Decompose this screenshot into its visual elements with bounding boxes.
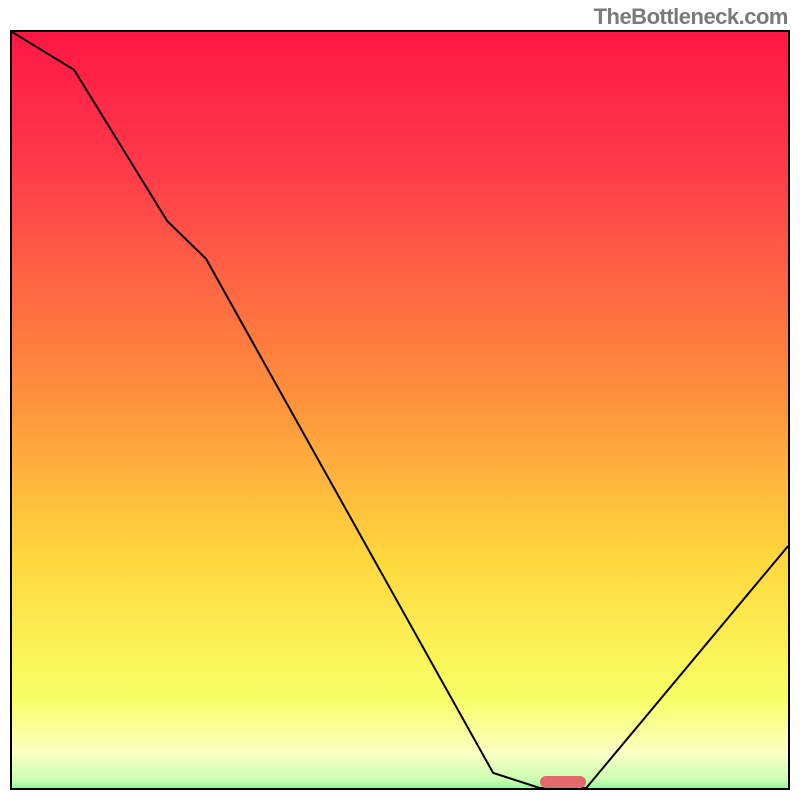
optimum-marker bbox=[540, 776, 587, 788]
watermark-text: TheBottleneck.com bbox=[594, 4, 788, 30]
bottleneck-curve bbox=[12, 32, 788, 788]
chart-frame bbox=[10, 30, 790, 790]
